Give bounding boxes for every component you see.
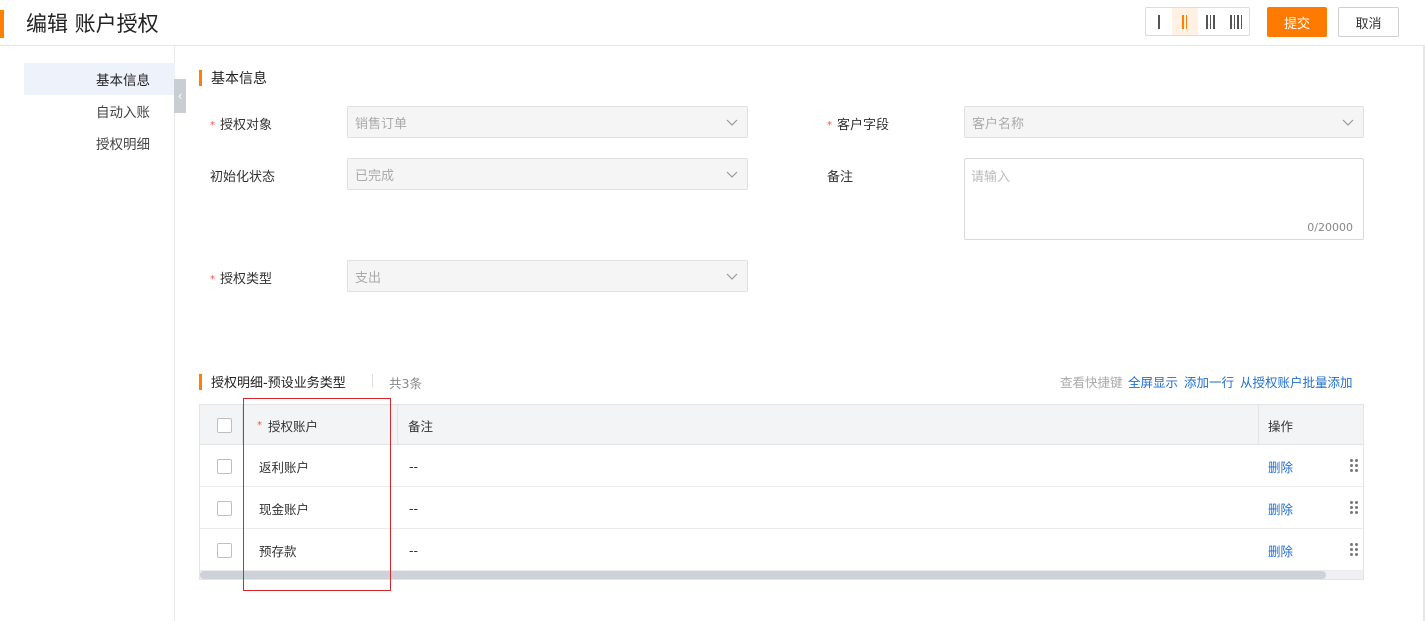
auth-type-select[interactable]: 支出	[347, 260, 748, 292]
customer-field-label-text: 客户字段	[837, 118, 890, 133]
title-divider	[372, 374, 373, 387]
delete-row-button[interactable]: 删除	[1268, 529, 1293, 571]
customer-field-value: 客户名称	[972, 116, 1025, 132]
delete-row-button[interactable]: 删除	[1268, 445, 1293, 487]
select-all-checkbox[interactable]	[217, 417, 232, 433]
row-checkbox[interactable]	[217, 542, 232, 558]
auth-object-select[interactable]: 销售订单	[347, 106, 748, 138]
row-checkbox-cell	[217, 487, 232, 529]
basic-info-section-title: 基本信息	[199, 68, 267, 88]
auth-type-label-text: 授权类型	[220, 272, 273, 287]
layout-2-column-button[interactable]	[1171, 8, 1198, 35]
fullscreen-link[interactable]: 全屏显示	[1128, 372, 1178, 391]
section-accent-bar	[199, 70, 202, 86]
auth-type-value: 支出	[355, 270, 382, 286]
page-header: 编辑 账户授权 提交 取消	[0, 0, 1425, 46]
chevron-down-icon	[726, 119, 738, 126]
auth-object-value: 销售订单	[355, 116, 408, 132]
section-accent-bar	[199, 373, 202, 390]
nav-item-auto-posting[interactable]: 自动入账	[24, 95, 175, 127]
remark-textarea[interactable]: 请输入 0/20000	[964, 158, 1364, 240]
layout-3-column-button[interactable]	[1198, 8, 1224, 35]
account-cell[interactable]: 现金账户	[259, 487, 309, 529]
cancel-button[interactable]: 取消	[1338, 7, 1399, 37]
table-row: 预存款 -- 删除	[200, 529, 1363, 571]
drag-handle-icon[interactable]	[1350, 543, 1358, 557]
detail-section-title: 授权明细-预设业务类型	[199, 372, 346, 391]
chevron-down-icon	[726, 273, 738, 280]
column-layout-toggle	[1145, 7, 1250, 36]
customer-field-select[interactable]: 客户名称	[964, 106, 1364, 138]
account-cell[interactable]: 预存款	[259, 529, 297, 571]
customer-field-label: * 客户字段	[827, 114, 889, 133]
batch-add-link[interactable]: 从授权账户批量添加	[1240, 372, 1353, 391]
collapse-nav-button[interactable]: ‹	[174, 79, 186, 113]
layout-1-column-button[interactable]	[1146, 8, 1172, 35]
section-title-text: 基本信息	[211, 71, 267, 87]
column-header-account-text: 授权账户	[268, 418, 319, 434]
table-row: 现金账户 -- 删除	[200, 487, 1363, 529]
nav-item-basic-info[interactable]: 基本信息	[24, 63, 175, 95]
header-checkbox-cell	[217, 405, 232, 445]
auth-object-label-text: 授权对象	[220, 118, 273, 133]
column-header-account: * 授权账户	[257, 405, 318, 445]
row-checkbox[interactable]	[217, 458, 232, 474]
remark-placeholder: 请输入	[971, 170, 1011, 185]
row-checkbox-cell	[217, 445, 232, 487]
remark-char-counter: 0/20000	[1307, 221, 1353, 234]
section-nav: 基本信息 自动入账 授权明细	[0, 46, 175, 621]
remark-cell[interactable]: --	[409, 487, 418, 529]
delete-row-button[interactable]: 删除	[1268, 487, 1293, 529]
drag-handle-icon[interactable]	[1350, 459, 1358, 473]
table-header: * 授权账户 备注 操作	[200, 405, 1363, 445]
nav-item-auth-detail[interactable]: 授权明细	[24, 127, 175, 159]
auth-detail-table: * 授权账户 备注 操作 返利账户 -- 删除 现金账户 -- 删除 预存款 -…	[199, 404, 1364, 580]
row-checkbox-cell	[217, 529, 232, 571]
required-marker: *	[210, 274, 215, 285]
scrollbar-thumb[interactable]	[200, 571, 1326, 579]
row-checkbox[interactable]	[217, 500, 232, 516]
remark-cell[interactable]: --	[409, 445, 418, 487]
remark-cell[interactable]: --	[409, 529, 418, 571]
layout-4-column-button[interactable]	[1223, 8, 1249, 35]
column-header-operation: 操作	[1268, 418, 1294, 434]
column-divider	[397, 405, 398, 445]
chevron-left-icon: ‹	[177, 89, 183, 103]
submit-button[interactable]: 提交	[1267, 7, 1327, 37]
required-marker: *	[210, 120, 215, 131]
account-cell[interactable]: 返利账户	[259, 445, 309, 487]
horizontal-scrollbar[interactable]	[200, 571, 1363, 579]
chevron-down-icon	[726, 171, 738, 178]
required-marker: *	[257, 419, 262, 431]
required-marker: *	[827, 120, 832, 131]
remark-label: 备注	[827, 170, 854, 185]
view-shortcuts-link[interactable]: 查看快捷键	[1060, 372, 1123, 391]
drag-handle-icon[interactable]	[1350, 501, 1358, 515]
table-row: 返利账户 -- 删除	[200, 445, 1363, 487]
init-status-label: 初始化状态	[210, 170, 276, 185]
detail-section-title-text: 授权明细-预设业务类型	[211, 376, 346, 391]
add-row-link[interactable]: 添加一行	[1184, 372, 1234, 391]
init-status-value: 已完成	[355, 168, 395, 184]
record-count: 共3条	[389, 376, 422, 391]
auth-type-label: * 授权类型	[210, 268, 272, 287]
init-status-select[interactable]: 已完成	[347, 158, 748, 190]
header-accent-bar	[0, 10, 4, 38]
page-title: 编辑 账户授权	[26, 12, 159, 36]
column-header-remark: 备注	[408, 418, 434, 434]
page: 编辑 账户授权 提交 取消 基本信息 自动入账 授权明细 ‹ 基本信息 * 授权对…	[0, 0, 1425, 621]
chevron-down-icon	[1342, 119, 1354, 126]
auth-object-label: * 授权对象	[210, 114, 272, 133]
